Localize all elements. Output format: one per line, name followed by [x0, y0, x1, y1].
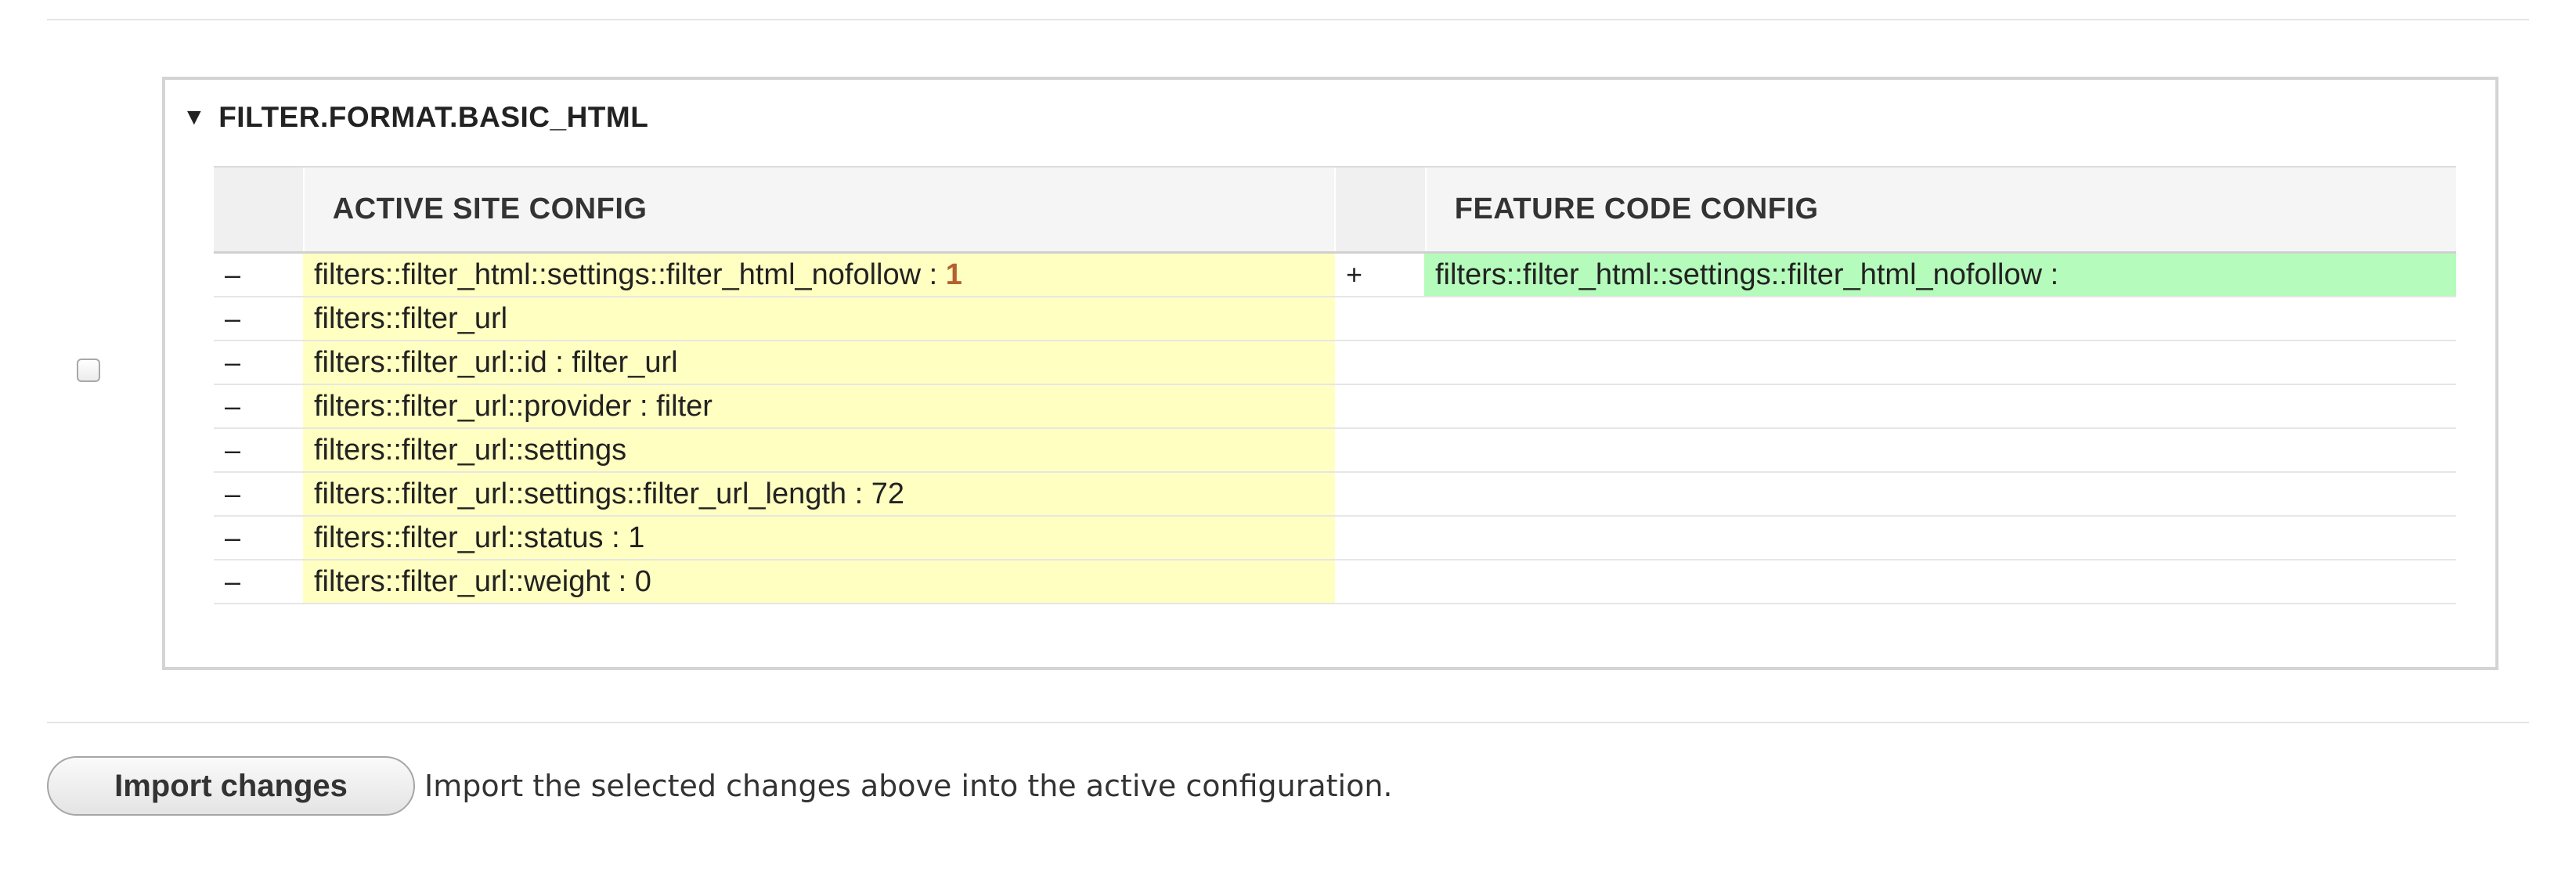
deleted-marker: – — [225, 565, 241, 597]
left-marker-header — [214, 168, 305, 251]
feature-config-line — [1424, 341, 2456, 384]
changed-value: 1 — [945, 258, 962, 291]
right-marker-header — [1334, 168, 1427, 251]
select-config-checkbox[interactable] — [77, 359, 100, 382]
config-diff-page: ▼ FILTER.FORMAT.BASIC_HTML ACTIVE SITE C… — [0, 0, 2576, 883]
added-marker — [1335, 385, 1424, 427]
active-config-line: filters::filter_url::provider : filter — [303, 385, 1335, 427]
active-config-line: filters::filter_url::settings — [303, 429, 1335, 471]
config-diff-fieldset: ▼ FILTER.FORMAT.BASIC_HTML ACTIVE SITE C… — [162, 77, 2498, 670]
diff-table: ACTIVE SITE CONFIG FEATURE CODE CONFIG –… — [214, 166, 2456, 604]
active-config-text: filters::filter_url::provider : filter — [314, 389, 713, 423]
added-marker — [1335, 429, 1424, 471]
diff-row: – filters::filter_url::weight : 0 — [214, 560, 2456, 604]
active-config-line: filters::filter_url — [303, 297, 1335, 340]
added-marker — [1335, 341, 1424, 384]
added-marker: + — [1346, 258, 1363, 290]
active-site-config-header: ACTIVE SITE CONFIG — [332, 193, 648, 225]
active-config-text: filters::filter_url::settings — [314, 433, 627, 467]
diff-table-body: – filters::filter_html::settings::filter_… — [214, 254, 2456, 604]
diff-row: – filters::filter_url::id : filter_url — [214, 341, 2456, 385]
diff-row: – filters::filter_url::status : 1 — [214, 517, 2456, 560]
caret-down-icon: ▼ — [182, 104, 207, 130]
deleted-marker: – — [225, 521, 241, 553]
diff-table-header: ACTIVE SITE CONFIG FEATURE CODE CONFIG — [214, 166, 2456, 254]
feature-config-line — [1424, 385, 2456, 427]
active-config-line: filters::filter_url::settings::filter_ur… — [303, 473, 1335, 515]
added-marker — [1335, 560, 1424, 603]
diff-row: – filters::filter_html::settings::filter_… — [214, 254, 2456, 297]
active-config-text: filters::filter_url::settings::filter_ur… — [314, 477, 905, 510]
feature-config-line — [1424, 560, 2456, 603]
feature-config-line — [1424, 297, 2456, 340]
diff-row: – filters::filter_url::settings — [214, 429, 2456, 473]
added-marker — [1335, 473, 1424, 515]
diff-row: – filters::filter_url::provider : filter — [214, 385, 2456, 429]
added-marker — [1335, 297, 1424, 340]
feature-config-line — [1424, 517, 2456, 559]
active-config-line: filters::filter_url::weight : 0 — [303, 560, 1335, 603]
feature-config-text: filters::filter_html::settings::filter_h… — [1435, 258, 2059, 291]
active-config-text: filters::filter_url::status : 1 — [314, 521, 645, 554]
deleted-marker: – — [225, 434, 241, 466]
deleted-marker: – — [225, 390, 241, 422]
active-config-text: filters::filter_url::weight : 0 — [314, 564, 651, 598]
feature-config-line — [1424, 473, 2456, 515]
import-description: Import the selected changes above into t… — [424, 769, 1393, 803]
bottom-divider — [47, 722, 2529, 723]
feature-config-line: filters::filter_html::settings::filter_h… — [1424, 254, 2456, 296]
diff-row: – filters::filter_url — [214, 297, 2456, 341]
config-name-title: FILTER.FORMAT.BASIC_HTML — [218, 101, 649, 133]
deleted-marker: – — [225, 478, 241, 510]
deleted-marker: – — [225, 346, 241, 378]
added-marker — [1335, 517, 1424, 559]
fieldset-toggle[interactable]: ▼ FILTER.FORMAT.BASIC_HTML — [182, 96, 648, 139]
active-config-line: filters::filter_url::status : 1 — [303, 517, 1335, 559]
deleted-marker: – — [225, 302, 241, 334]
active-config-text: filters::filter_url::id : filter_url — [314, 345, 678, 379]
active-config-line: filters::filter_html::settings::filter_h… — [303, 254, 1335, 296]
top-divider — [47, 19, 2529, 20]
active-config-text: filters::filter_html::settings::filter_h… — [314, 258, 946, 291]
import-changes-button[interactable]: Import changes — [47, 756, 415, 816]
feature-code-config-header: FEATURE CODE CONFIG — [1454, 193, 1819, 225]
feature-config-line — [1424, 429, 2456, 471]
active-config-line: filters::filter_url::id : filter_url — [303, 341, 1335, 384]
deleted-marker: – — [225, 258, 241, 290]
active-config-text: filters::filter_url — [314, 301, 508, 335]
diff-row: – filters::filter_url::settings::filter_u… — [214, 473, 2456, 517]
